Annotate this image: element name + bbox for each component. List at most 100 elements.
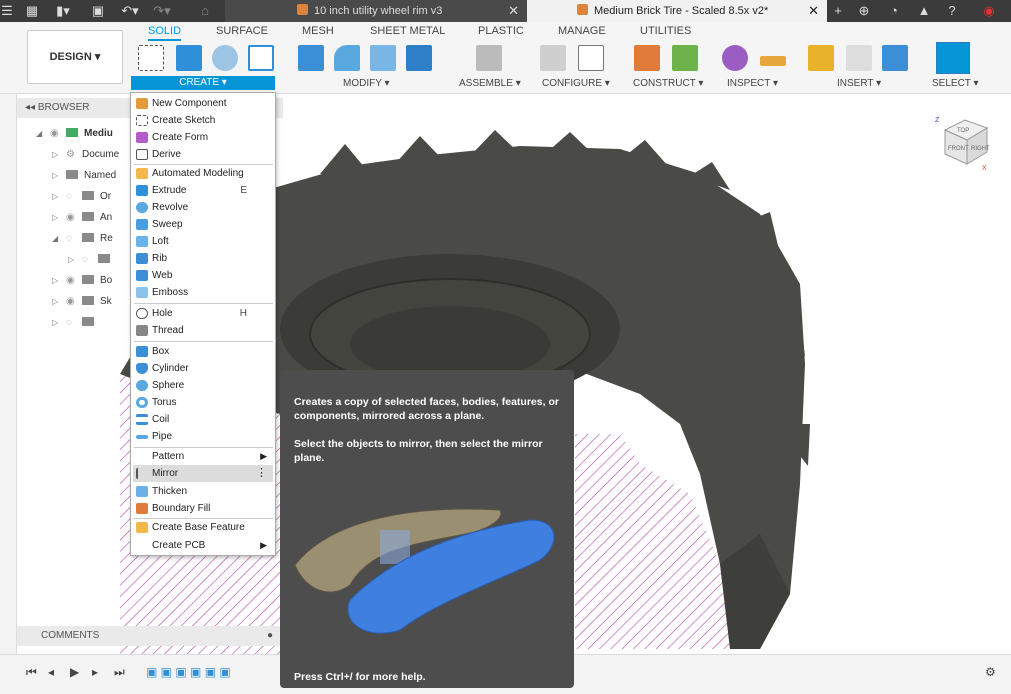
menu-item-sphere[interactable]: Sphere: [133, 377, 273, 394]
extensions-icon[interactable]: ⊕: [856, 2, 872, 20]
menu-item-loft[interactable]: Loft: [133, 233, 273, 250]
insert-mesh-icon[interactable]: [846, 45, 872, 71]
tab-mesh[interactable]: MESH: [302, 25, 334, 37]
comments-panel[interactable]: COMMENTS ●: [17, 626, 283, 646]
menu-item-new-component[interactable]: New Component: [133, 95, 273, 112]
menu-item-extrude[interactable]: Extrude E: [133, 182, 273, 199]
menu-item-create-pcb[interactable]: Create PCB ▶: [133, 537, 273, 554]
menu-item-create-sketch[interactable]: Create Sketch: [133, 112, 273, 129]
menu-item-torus[interactable]: Torus: [133, 394, 273, 411]
measure-icon[interactable]: [760, 56, 786, 66]
menu-item-revolve[interactable]: Revolve: [133, 199, 273, 216]
file-icon[interactable]: ▮▾: [52, 2, 74, 20]
menu-item-thicken[interactable]: Thicken: [133, 483, 273, 500]
tab-surface[interactable]: SURFACE: [216, 25, 268, 37]
combine-icon[interactable]: [406, 45, 432, 71]
tab-plastic[interactable]: PLASTIC: [478, 25, 524, 37]
settings-gear-icon[interactable]: ⚙: [985, 665, 996, 679]
job-status-icon[interactable]: ◔: [886, 2, 902, 20]
grid-icon[interactable]: ▦: [24, 2, 40, 20]
help-icon[interactable]: ?: [944, 2, 960, 20]
close-icon[interactable]: ✕: [808, 0, 819, 22]
browser-row-child[interactable]: ▷ ◌: [68, 250, 116, 270]
tab-solid[interactable]: SOLID: [148, 25, 182, 41]
document-tab-rim[interactable]: 10 inch utility wheel rim v3 ✕: [225, 0, 527, 22]
press-pull-icon[interactable]: [298, 45, 324, 71]
interference-icon[interactable]: [722, 45, 748, 71]
close-icon[interactable]: ✕: [508, 0, 519, 22]
menu-item-pipe[interactable]: Pipe: [133, 428, 273, 445]
save-icon[interactable]: ▣: [90, 2, 106, 20]
select-cursor-icon[interactable]: [936, 42, 970, 74]
menu-icon[interactable]: ☰: [0, 2, 14, 20]
revolve-icon[interactable]: [212, 45, 238, 71]
workspace-switcher-button[interactable]: DESIGN ▾: [27, 30, 123, 84]
go-to-end-icon[interactable]: ⏭: [114, 665, 125, 680]
undo-icon[interactable]: ↶▾: [118, 2, 142, 20]
browser-row-bodies[interactable]: ▷ ◉ Bo: [52, 271, 112, 291]
viewcube-front-label[interactable]: FRONT: [948, 146, 969, 152]
menu-item-web[interactable]: Web: [133, 267, 273, 284]
tab-sheet-metal[interactable]: SHEET METAL: [370, 25, 445, 37]
menu-item-hole[interactable]: Hole H: [133, 305, 273, 322]
browser-row-link[interactable]: ▷ ◌: [52, 313, 100, 333]
menu-item-derive[interactable]: Derive: [133, 146, 273, 163]
browser-row-document-settings[interactable]: ▷ ⚙ Docume: [52, 145, 119, 165]
document-tab-tire[interactable]: Medium Brick Tire - Scaled 8.5x v2* ✕: [527, 0, 827, 22]
canvas-icon[interactable]: [882, 45, 908, 71]
shell-icon[interactable]: [370, 45, 396, 71]
redo-icon[interactable]: ↷▾: [150, 2, 174, 20]
viewcube[interactable]: TOP FRONT RIGHT X Z: [935, 112, 993, 172]
menu-item-pattern[interactable]: Pattern ▶: [133, 448, 273, 465]
extrude-icon[interactable]: [176, 45, 202, 71]
menu-item-sweep[interactable]: Sweep: [133, 216, 273, 233]
table-icon[interactable]: [578, 45, 604, 71]
select-dropdown[interactable]: SELECT ▾: [932, 78, 979, 89]
add-comment-icon[interactable]: ●: [267, 626, 273, 646]
menu-item-create-base-feature[interactable]: Create Base Feature: [133, 519, 273, 536]
notification-icon[interactable]: ▲: [916, 2, 932, 20]
collapse-icon[interactable]: ◂◂: [25, 102, 38, 113]
browser-row-sketches[interactable]: ▷ ◉ Sk: [52, 292, 112, 312]
browser-row-origin[interactable]: ▷ ◌ Or: [52, 187, 111, 207]
viewcube-top-label[interactable]: TOP: [957, 128, 969, 134]
joint-icon[interactable]: [476, 45, 502, 71]
menu-item-rib[interactable]: Rib: [133, 250, 273, 267]
tab-manage[interactable]: MANAGE: [558, 25, 606, 37]
insert-svg-icon[interactable]: [808, 45, 834, 71]
step-back-icon[interactable]: ◂: [48, 665, 54, 679]
viewcube-right-label[interactable]: RIGHT: [971, 146, 990, 152]
menu-item-create-form[interactable]: Create Form: [133, 129, 273, 146]
parameters-icon[interactable]: [540, 45, 566, 71]
midplane-icon[interactable]: [672, 45, 698, 71]
browser-row-named-views[interactable]: ▷ Named: [52, 166, 116, 186]
menu-item-automated-modeling[interactable]: Automated Modeling: [133, 165, 273, 182]
browser-row-references[interactable]: ◢ ◌ Re: [52, 229, 113, 249]
play-icon[interactable]: ▶: [70, 665, 79, 679]
menu-item-boundary-fill[interactable]: Boundary Fill: [133, 500, 273, 517]
configure-dropdown[interactable]: CONFIGURE ▾: [542, 78, 610, 89]
tab-utilities[interactable]: UTILITIES: [640, 25, 691, 37]
construct-dropdown[interactable]: CONSTRUCT ▾: [633, 78, 703, 89]
menu-item-cylinder[interactable]: Cylinder: [133, 360, 273, 377]
menu-item-thread[interactable]: Thread: [133, 322, 273, 339]
menu-item-coil[interactable]: Coil: [133, 411, 273, 428]
inspect-dropdown[interactable]: INSPECT ▾: [727, 78, 778, 89]
modify-dropdown[interactable]: MODIFY ▾: [343, 78, 390, 89]
menu-item-mirror[interactable]: Mirror ⋮: [133, 465, 273, 482]
insert-dropdown[interactable]: INSERT ▾: [837, 78, 881, 89]
more-options-icon[interactable]: ⋮: [256, 465, 267, 482]
avatar[interactable]: ◉: [978, 2, 1000, 20]
fillet-icon[interactable]: [334, 45, 360, 71]
create-sketch-icon[interactable]: [138, 45, 164, 71]
go-to-start-icon[interactable]: ⏮: [26, 665, 37, 680]
assemble-dropdown[interactable]: ASSEMBLE ▾: [459, 78, 521, 89]
browser-row-root[interactable]: ◢ ◉ Mediu: [36, 124, 113, 144]
step-forward-icon[interactable]: ▸: [92, 665, 98, 679]
menu-item-box[interactable]: Box: [133, 343, 273, 360]
offset-plane-icon[interactable]: [634, 45, 660, 71]
new-tab-icon[interactable]: +: [830, 2, 846, 20]
create-dropdown[interactable]: CREATE ▾: [131, 76, 275, 90]
menu-item-emboss[interactable]: Emboss: [133, 284, 273, 301]
browser-row-analysis[interactable]: ▷ ◉ An: [52, 208, 112, 228]
